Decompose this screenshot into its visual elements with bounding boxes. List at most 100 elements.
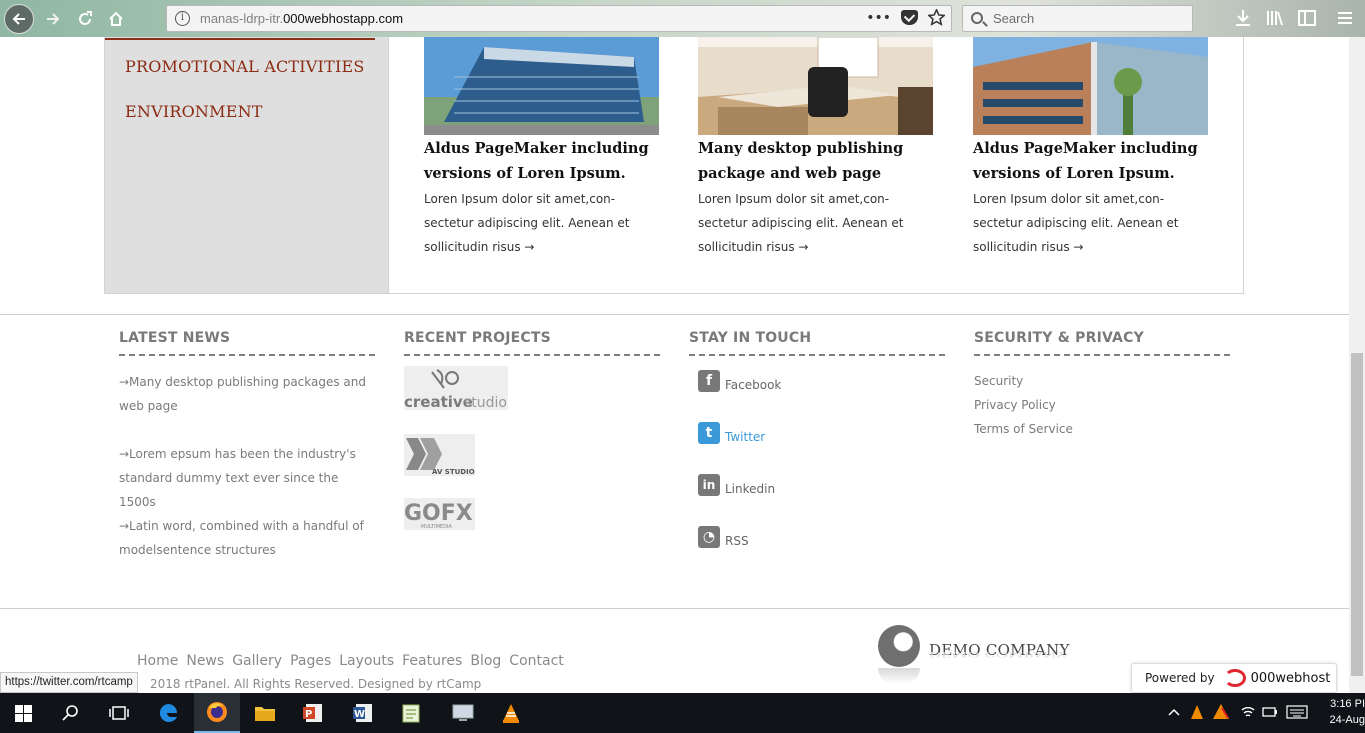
linkedin-label: Linkedin [725, 482, 776, 496]
main-content-box: PROMOTIONAL ACTIVITIES ENVIRONMENT Aldus… [104, 37, 1244, 294]
battery-icon[interactable] [1262, 705, 1278, 719]
vlc-taskbar-icon[interactable] [488, 693, 534, 733]
footer-nav-contact[interactable]: Contact [509, 653, 563, 669]
notepad-icon [402, 704, 420, 723]
terms-of-service-link[interactable]: Terms of Service [974, 422, 1073, 436]
footer-bottom-divider [0, 608, 1349, 609]
forward-button[interactable] [38, 4, 68, 34]
notepad-taskbar-icon[interactable] [388, 693, 434, 733]
powerpoint-icon: P [303, 704, 322, 722]
hamburger-menu-icon[interactable] [1336, 9, 1354, 27]
rss-label: RSS [725, 534, 749, 548]
article-excerpt: Loren Ipsum dolor sit amet,con-sectetur … [698, 192, 904, 254]
security-link[interactable]: Security [974, 374, 1023, 388]
firefox-taskbar-icon[interactable] [194, 693, 240, 733]
logo-reflection [878, 668, 920, 684]
page-actions-menu-icon[interactable]: ••• [866, 10, 891, 26]
privacy-policy-link[interactable]: Privacy Policy [974, 398, 1056, 412]
studio-logo-text: studio [464, 395, 507, 410]
sidebar-divider [105, 38, 375, 40]
taskbar-search-button[interactable] [48, 693, 94, 733]
article-title[interactable]: Many desktop publishing package and web … [698, 136, 938, 186]
demo-company-logo-icon[interactable] [878, 625, 920, 667]
task-view-icon [109, 706, 129, 720]
footer-nav-blog[interactable]: Blog [470, 653, 501, 669]
bookmark-star-icon[interactable] [928, 9, 945, 26]
footer-nav: Home News Gallery Pages Layouts Features… [137, 653, 564, 669]
reload-button[interactable] [70, 4, 100, 34]
latest-news-heading: LATEST NEWS [119, 330, 375, 356]
address-bar[interactable]: i manas-ldrp-itr.000webhostapp.com ••• [166, 5, 952, 32]
creativestudio-logo[interactable]: creative studio [404, 366, 508, 411]
task-view-button[interactable] [96, 693, 142, 733]
chevron-up-icon[interactable] [1168, 707, 1180, 717]
search-icon [971, 12, 983, 24]
gofx-logo[interactable]: GOFX MULTIMEDIA [404, 498, 475, 530]
scrollbar-thumb[interactable] [1351, 353, 1363, 676]
search-input[interactable]: Search [962, 5, 1193, 32]
firefox-icon [207, 702, 227, 722]
home-button[interactable] [101, 4, 131, 34]
linkedin-link[interactable]: in Linkedin [698, 470, 775, 496]
back-button[interactable] [4, 4, 34, 34]
facebook-label: Facebook [725, 378, 782, 392]
reload-icon [79, 11, 92, 25]
system-settings-taskbar-icon[interactable] [440, 693, 486, 733]
footer-nav-features[interactable]: Features [402, 653, 462, 669]
facebook-link[interactable]: f Facebook [698, 366, 781, 392]
security-privacy-column: SECURITY & PRIVACY Security Privacy Poli… [974, 330, 1230, 436]
arrow-left-icon [12, 13, 25, 25]
footer-nav-layouts[interactable]: Layouts [339, 653, 394, 669]
footer-nav-home[interactable]: Home [137, 653, 178, 669]
page-scrollbar[interactable] [1349, 37, 1365, 693]
library-icon[interactable] [1266, 9, 1284, 27]
file-explorer-taskbar-icon[interactable] [242, 693, 288, 733]
article-title[interactable]: Aldus PageMaker including versions of Lo… [424, 136, 664, 186]
start-button[interactable] [0, 693, 46, 733]
rss-link[interactable]: ◔ RSS [698, 522, 749, 548]
pocket-icon[interactable] [901, 10, 918, 25]
svg-text:P: P [305, 709, 312, 720]
url-text[interactable]: manas-ldrp-itr.000webhostapp.com [200, 11, 403, 26]
modern-building-image[interactable] [973, 37, 1208, 135]
av-studio-logo[interactable]: AV STUDIO [404, 434, 475, 476]
download-icon[interactable] [1234, 9, 1252, 27]
edge-taskbar-icon[interactable] [146, 693, 192, 733]
office-building-image[interactable] [424, 37, 659, 135]
security-privacy-heading: SECURITY & PRIVACY [974, 330, 1230, 356]
sidebar-item-promotional-activities[interactable]: PROMOTIONAL ACTIVITIES [125, 57, 365, 76]
taskbar-clock[interactable]: 3:16 PI 24-Aug [1329, 696, 1365, 728]
office-interior-image[interactable] [698, 37, 933, 135]
sidebar-toggle-icon[interactable] [1298, 9, 1316, 27]
url-domain: 000webhostapp.com [283, 11, 404, 26]
app-tray-icon[interactable] [1212, 703, 1230, 721]
keyboard-icon[interactable] [1286, 705, 1308, 719]
twitter-link[interactable]: t Twitter [698, 418, 765, 444]
article-excerpt: Loren Ipsum dolor sit amet,con-sectetur … [424, 192, 630, 254]
article-title[interactable]: Aldus PageMaker including versions of Lo… [973, 136, 1213, 186]
wifi-icon[interactable] [1240, 705, 1256, 719]
arrow-right-icon [47, 13, 60, 25]
clock-date: 24-Aug [1329, 714, 1365, 726]
word-taskbar-icon[interactable]: W [340, 693, 386, 733]
vlc-tray-icon[interactable] [1190, 704, 1204, 720]
home-icon [109, 11, 123, 26]
site-info-icon[interactable]: i [175, 11, 190, 26]
linkedin-icon: in [698, 474, 720, 496]
search-placeholder: Search [993, 11, 1035, 26]
000webhost-logo-icon [1223, 669, 1246, 687]
news-item[interactable]: →Lorem epsum has been the industry's sta… [119, 442, 375, 514]
sidebar-item-environment[interactable]: ENVIRONMENT [125, 102, 263, 121]
news-item[interactable]: →Latin word, combined with a handful of … [119, 514, 375, 562]
footer-nav-news[interactable]: News [186, 653, 224, 669]
powerpoint-taskbar-icon[interactable]: P [290, 693, 336, 733]
news-item[interactable]: →Many desktop publishing packages and we… [119, 370, 375, 418]
powered-by-badge[interactable]: Powered by 000webhost [1131, 663, 1337, 693]
powered-by-label: Powered by [1145, 671, 1215, 685]
twitter-label: Twitter [725, 430, 766, 444]
windows-logo-icon [14, 704, 32, 722]
facebook-icon: f [698, 370, 720, 392]
windows-taskbar: P W 3:16 PI 24-Aug [0, 693, 1365, 733]
footer-nav-pages[interactable]: Pages [290, 653, 331, 669]
footer-nav-gallery[interactable]: Gallery [232, 653, 282, 669]
